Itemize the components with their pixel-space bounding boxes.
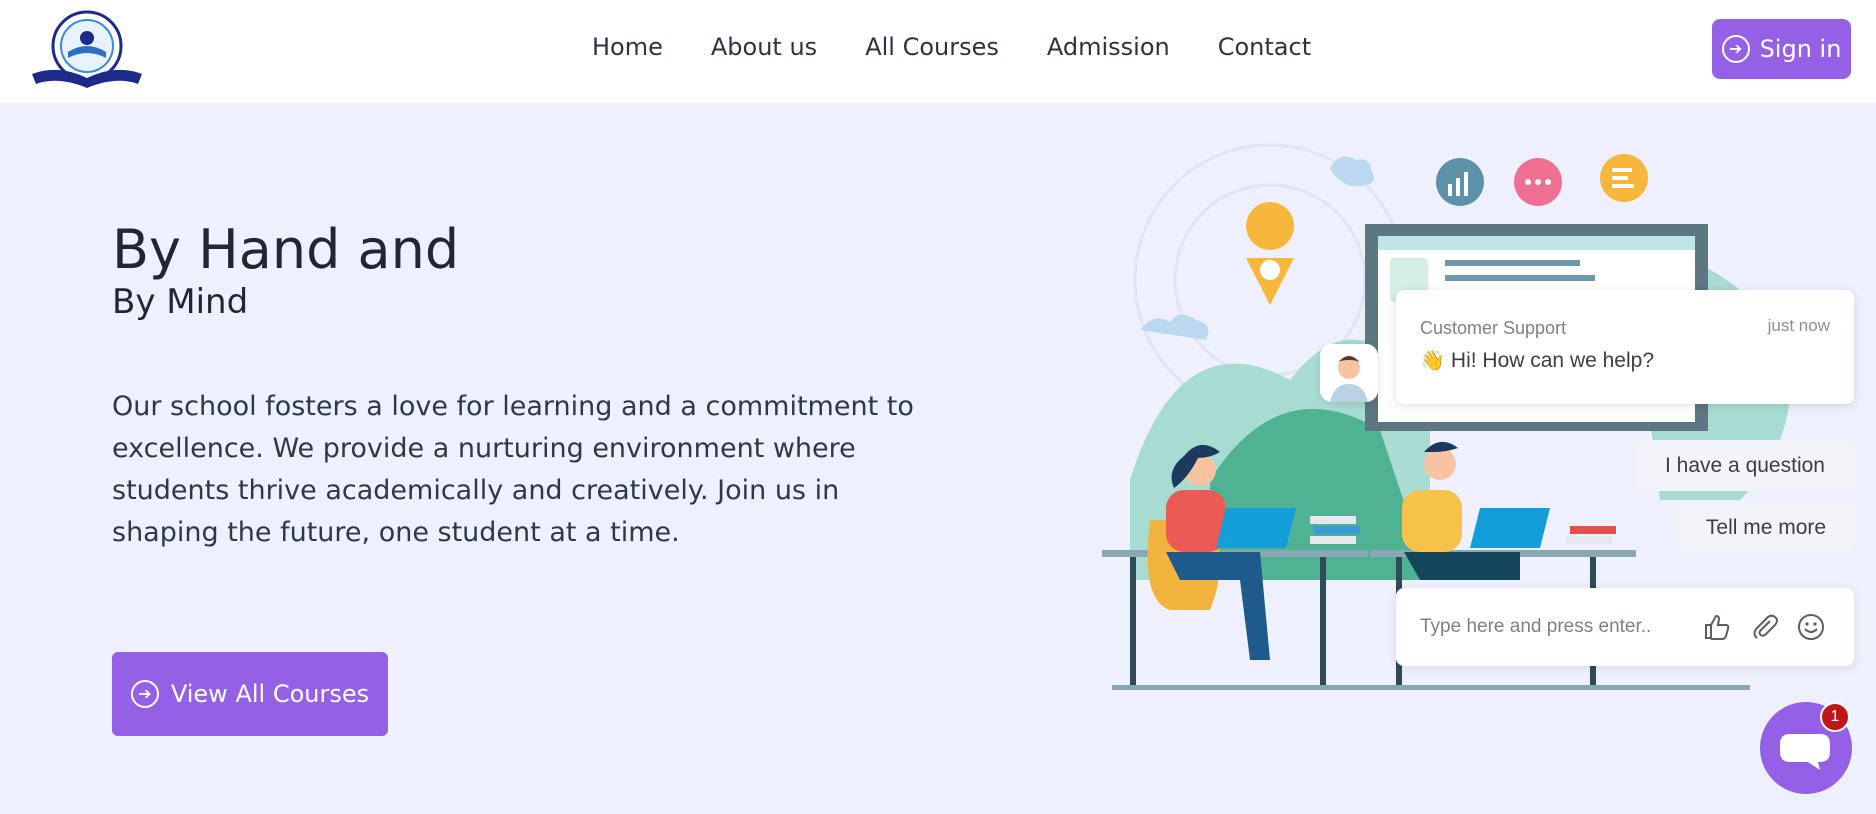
main-nav: Home About us All Courses Admission Cont… bbox=[592, 33, 1311, 61]
support-agent-avatar bbox=[1320, 344, 1378, 402]
view-all-courses-label: View All Courses bbox=[170, 680, 370, 708]
chat-message-input[interactable] bbox=[1420, 610, 1680, 644]
emoji-smile-icon[interactable] bbox=[1796, 612, 1826, 642]
nav-home[interactable]: Home bbox=[592, 33, 663, 61]
laptop-right bbox=[1470, 508, 1550, 548]
hero-description: Our school fosters a love for learning a… bbox=[112, 391, 914, 548]
book-stacks bbox=[1310, 516, 1616, 544]
chat-sender-name: Customer Support bbox=[1420, 318, 1567, 338]
thumbs-up-icon[interactable] bbox=[1702, 612, 1732, 642]
chat-message: 👋 Hi! How can we help? bbox=[1420, 348, 1654, 373]
hero-subtitle: By Mind bbox=[112, 282, 249, 322]
arrow-right-circle-icon: ➔ bbox=[130, 680, 159, 708]
unread-count-badge: 1 bbox=[1820, 702, 1850, 732]
waving-hand-icon: 👋 bbox=[1420, 350, 1445, 372]
nav-contact[interactable]: Contact bbox=[1218, 33, 1311, 61]
quick-reply-question[interactable]: I have a question bbox=[1636, 440, 1854, 491]
nav-about-us[interactable]: About us bbox=[711, 33, 817, 61]
hero-title: By Hand and bbox=[112, 218, 460, 281]
chat-timestamp: just now bbox=[1767, 316, 1830, 335]
school-logo[interactable] bbox=[28, 8, 146, 90]
paperclip-icon[interactable] bbox=[1750, 612, 1780, 642]
location-pin bbox=[1246, 202, 1295, 305]
nav-admission[interactable]: Admission bbox=[1047, 33, 1170, 61]
chat-input-box bbox=[1396, 588, 1854, 666]
status-icons bbox=[1436, 154, 1648, 206]
sign-in-label: Sign in bbox=[1759, 35, 1842, 63]
view-all-courses-button[interactable]: ➔ View All Courses bbox=[112, 652, 388, 736]
laptop-left bbox=[1216, 508, 1296, 548]
chat-message-card: Customer Support just now 👋 Hi! How can … bbox=[1396, 290, 1854, 404]
sign-in-button[interactable]: ➔ Sign in bbox=[1712, 19, 1851, 79]
cloud-shape bbox=[1330, 156, 1375, 187]
cloud-shape bbox=[1140, 314, 1209, 340]
quick-reply-tell-more[interactable]: Tell me more bbox=[1678, 502, 1854, 553]
nav-all-courses[interactable]: All Courses bbox=[865, 33, 999, 61]
arrow-right-circle-icon: ➔ bbox=[1721, 35, 1750, 63]
chat-message-text: Hi! How can we help? bbox=[1450, 348, 1655, 372]
site-header: Home About us All Courses Admission Cont… bbox=[0, 0, 1876, 103]
